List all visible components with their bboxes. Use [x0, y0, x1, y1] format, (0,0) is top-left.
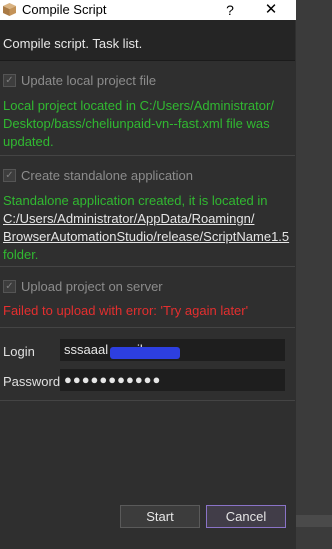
title-bar: Compile Script ? ✕ — [0, 0, 296, 20]
separator — [0, 400, 295, 401]
close-button[interactable]: ✕ — [258, 0, 284, 20]
cancel-button[interactable]: Cancel — [206, 505, 286, 528]
window-title: Compile Script — [22, 2, 107, 17]
background-strip — [296, 0, 332, 549]
output-folder-link[interactable]: BrowserAutomationStudio/release/ScriptNa… — [3, 228, 289, 246]
task-message: Standalone application created, it is lo… — [3, 193, 290, 262]
background-notch — [296, 515, 332, 527]
checkmark-icon: ✓ — [3, 169, 16, 182]
output-folder-link[interactable]: C:/Users/Administrator/AppData/Roamingn/ — [3, 210, 289, 228]
error-message: Failed to upload with error: 'Try again … — [3, 303, 249, 318]
separator — [0, 327, 295, 328]
task-label: Create standalone application — [21, 168, 194, 183]
redaction-mark — [110, 347, 180, 359]
checkmark-icon: ✓ — [3, 280, 16, 293]
password-input[interactable]: ●●●●●●●●●●● — [60, 369, 285, 391]
login-label: Login — [3, 344, 35, 359]
task-label: Upload project on server — [21, 279, 163, 294]
help-button[interactable]: ? — [218, 0, 242, 20]
header-label: Compile script. Task list. — [3, 36, 143, 51]
checkmark-icon: ✓ — [3, 74, 16, 87]
task-message: Local project located in C:/Users/Admini… — [3, 98, 274, 149]
password-label: Password — [3, 374, 61, 389]
dialog-header: Compile script. Task list. — [0, 20, 295, 61]
package-box-icon — [3, 3, 16, 16]
start-button[interactable]: Start — [120, 505, 200, 528]
separator — [0, 155, 295, 156]
separator — [0, 266, 295, 267]
task-label: Update local project file — [21, 73, 157, 88]
